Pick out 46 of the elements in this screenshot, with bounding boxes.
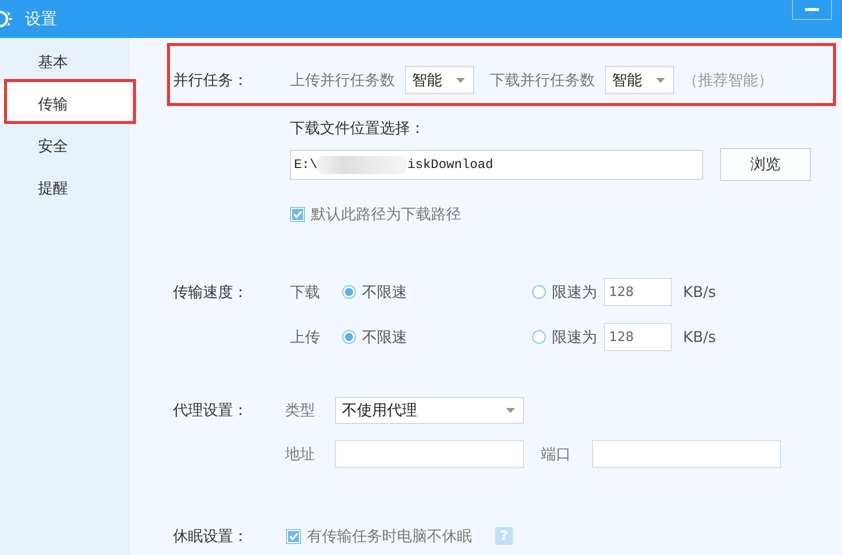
checkbox[interactable]	[286, 528, 301, 544]
checkbox-label: 有传输任务时电脑不休眠	[307, 526, 472, 546]
unit-label: KB/s	[683, 283, 716, 301]
field-label: 类型	[285, 401, 316, 420]
minimize-button[interactable]	[792, 0, 832, 20]
hint-text: （推荐智能）	[683, 70, 773, 90]
field-label: 地址	[285, 444, 316, 464]
radio-label: 限速为	[552, 328, 597, 346]
radio-label: 限速为	[552, 282, 597, 302]
field-label: 下载	[290, 282, 321, 302]
address-field[interactable]	[335, 440, 524, 468]
radio-label: 不限速	[362, 328, 408, 346]
minimize-icon	[805, 8, 819, 12]
sidebar-item[interactable]: 安全	[0, 125, 130, 167]
port-field[interactable]	[592, 440, 781, 468]
section-label: 并行任务：	[173, 70, 249, 90]
field-label: 上传并行任务数	[290, 70, 395, 90]
speed-field[interactable]: 128	[604, 278, 672, 306]
dropdown[interactable]: 智能	[405, 66, 474, 94]
section-label: 传输速度：	[173, 282, 249, 302]
field-label: 下载文件位置选择：	[290, 118, 425, 138]
field-label: 端口	[541, 444, 572, 464]
unit-label: KB/s	[683, 328, 716, 346]
caret-icon	[656, 78, 665, 82]
speed-field[interactable]: 128	[604, 323, 672, 351]
caret-icon	[506, 408, 515, 413]
path-field[interactable]: E:\ iskDownload	[290, 150, 703, 180]
radio-label: 不限速	[362, 282, 408, 302]
checkbox-label: 默认此路径为下载路径	[311, 204, 461, 224]
radio-button[interactable]	[532, 285, 546, 299]
radio-button[interactable]	[532, 330, 546, 344]
section-label: 代理设置：	[173, 401, 249, 420]
field-label: 下载并行任务数	[490, 70, 595, 90]
sidebar-item[interactable]: 基本	[0, 41, 130, 83]
caret-icon	[456, 78, 465, 82]
radio-button[interactable]	[342, 285, 356, 299]
dropdown[interactable]: 智能	[605, 66, 674, 94]
field-label: 上传	[290, 328, 321, 346]
dropdown[interactable]: 不使用代理	[335, 397, 524, 424]
radio-button[interactable]	[342, 330, 356, 344]
checkbox[interactable]	[290, 206, 305, 222]
gear-icon	[0, 8, 12, 30]
sidebar-item[interactable]: 提醒	[0, 167, 130, 209]
window-title: 设置	[25, 8, 57, 30]
browse-button[interactable]: 浏览	[720, 148, 811, 181]
section-label: 休眠设置：	[173, 526, 249, 546]
